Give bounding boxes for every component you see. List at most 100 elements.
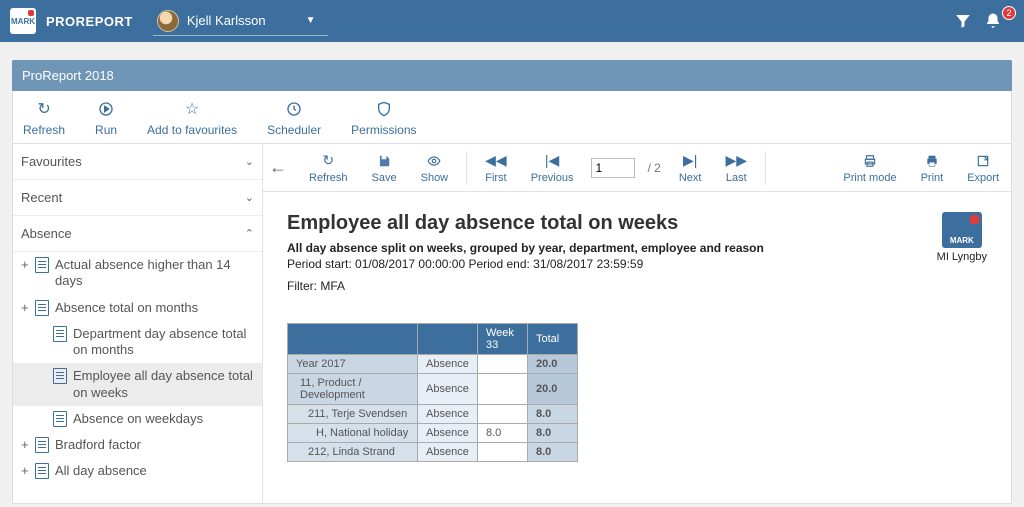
viewer-show-button[interactable]: Show [415, 152, 455, 184]
row-total: 8.0 [528, 424, 578, 443]
document-icon [35, 437, 49, 453]
document-icon [53, 326, 67, 342]
next-icon: ▶| [683, 152, 697, 170]
viewer-toolbar: ← ↻ Refresh Save Show ◀◀ First [263, 144, 1011, 192]
absence-section[interactable]: Absence ⌃ [13, 216, 262, 252]
print-mode-button[interactable]: Print mode [837, 152, 902, 184]
table-header-week: Week 33 [478, 324, 528, 355]
viewer-save-label: Save [372, 172, 397, 184]
tree-item-label: Bradford factor [55, 437, 254, 453]
document-icon [53, 368, 67, 384]
back-arrow-icon[interactable]: ← [269, 157, 291, 178]
expand-icon[interactable]: + [21, 463, 35, 479]
previous-page-button[interactable]: |◀ Previous [525, 152, 580, 184]
tree-item[interactable]: Employee all day absence total on weeks [13, 363, 262, 406]
page-total: / 2 [647, 161, 660, 175]
row-label: 211, Terje Svendsen [288, 405, 418, 424]
next-page-button[interactable]: ▶| Next [673, 152, 708, 184]
first-icon: ◀◀ [485, 152, 507, 170]
star-icon: ☆ [185, 99, 199, 119]
notifications-icon[interactable]: 2 [984, 12, 1014, 30]
tree-item[interactable]: +Actual absence higher than 14 days [13, 252, 262, 295]
tree-item[interactable]: +Absence total on months [13, 295, 262, 321]
chevron-down-icon: ⌄ [245, 155, 254, 168]
user-dropdown[interactable]: Kjell Karlsson ▼ [153, 7, 328, 36]
viewer-save-button[interactable]: Save [366, 152, 403, 184]
run-button[interactable]: Run [95, 99, 117, 137]
filter-icon[interactable] [954, 12, 984, 30]
tree-item[interactable]: + Bradford factor [13, 432, 262, 458]
eye-icon [426, 152, 442, 170]
absence-section-label: Absence [21, 226, 72, 241]
print-mode-icon [862, 152, 878, 170]
table-header-spacer [288, 324, 418, 355]
document-icon [35, 257, 49, 273]
row-type: Absence [418, 443, 478, 462]
print-icon [924, 152, 940, 170]
add-favourites-button[interactable]: ☆ Add to favourites [147, 99, 237, 137]
table-row: 11, Product / DevelopmentAbsence20.0 [288, 374, 578, 405]
tree-item[interactable]: +All day absence [13, 458, 262, 484]
tree-item-label: Department day absence total on months [73, 326, 254, 359]
report-title: Employee all day absence total on weeks [287, 212, 764, 235]
table-row: 212, Linda StrandAbsence8.0 [288, 443, 578, 462]
viewer-refresh-button[interactable]: ↻ Refresh [303, 152, 354, 184]
row-week: 8.0 [478, 424, 528, 443]
first-page-button[interactable]: ◀◀ First [479, 152, 513, 184]
row-type: Absence [418, 374, 478, 405]
document-icon [35, 300, 49, 316]
row-week [478, 374, 528, 405]
page-number-input[interactable] [591, 158, 635, 178]
shield-icon [376, 99, 392, 119]
export-button[interactable]: Export [961, 152, 1005, 184]
row-total: 20.0 [528, 355, 578, 374]
row-total: 8.0 [528, 405, 578, 424]
last-page-button[interactable]: ▶▶ Last [719, 152, 753, 184]
last-icon: ▶▶ [725, 152, 747, 170]
sidebar: Favourites ⌄ Recent ⌄ Absence ⌃ +Actual … [13, 144, 263, 503]
save-icon [377, 152, 391, 170]
recent-section[interactable]: Recent ⌄ [13, 180, 262, 216]
row-type: Absence [418, 405, 478, 424]
row-type: Absence [418, 424, 478, 443]
run-label: Run [95, 123, 117, 137]
print-button[interactable]: Print [915, 152, 950, 184]
tree-item-label: Employee all day absence total on weeks [73, 368, 254, 401]
row-total: 20.0 [528, 374, 578, 405]
company-block: MARK MI Lyngby [937, 212, 987, 263]
work-area: Favourites ⌄ Recent ⌄ Absence ⌃ +Actual … [12, 144, 1012, 504]
report-table: Week 33 Total Year 2017Absence20.011, Pr… [287, 323, 578, 462]
row-total: 8.0 [528, 443, 578, 462]
tree-item[interactable]: Absence on weekdays [13, 406, 262, 432]
expand-icon[interactable]: + [21, 257, 35, 273]
row-label: H, National holiday [288, 424, 418, 443]
viewer-refresh-label: Refresh [309, 172, 348, 184]
last-label: Last [726, 172, 747, 184]
report-tree: +Actual absence higher than 14 days+Abse… [13, 252, 262, 503]
play-icon [98, 99, 114, 119]
previous-label: Previous [531, 172, 574, 184]
expand-icon[interactable]: + [21, 300, 35, 316]
brand-logo-text: MARK [11, 17, 35, 26]
row-label: Year 2017 [288, 355, 418, 374]
user-name: Kjell Karlsson [187, 13, 266, 28]
expand-icon[interactable]: + [21, 437, 35, 453]
export-icon [976, 152, 990, 170]
tree-item[interactable]: Department day absence total on months [13, 321, 262, 364]
next-label: Next [679, 172, 702, 184]
permissions-button[interactable]: Permissions [351, 99, 416, 137]
recent-section-label: Recent [21, 190, 62, 205]
table-row: Year 2017Absence20.0 [288, 355, 578, 374]
scheduler-button[interactable]: Scheduler [267, 99, 321, 137]
refresh-button[interactable]: ↻ Refresh [23, 99, 65, 137]
favourites-section-label: Favourites [21, 154, 82, 169]
tree-item-label: Absence on weekdays [73, 411, 254, 427]
permissions-label: Permissions [351, 123, 416, 137]
company-logo-text: MARK [950, 236, 974, 245]
favourites-section[interactable]: Favourites ⌄ [13, 144, 262, 180]
previous-icon: |◀ [545, 152, 559, 170]
notification-badge: 2 [1002, 6, 1016, 20]
table-row: H, National holidayAbsence8.08.0 [288, 424, 578, 443]
refresh-icon: ↻ [322, 152, 334, 170]
table-row: 211, Terje SvendsenAbsence 8.0 [288, 405, 578, 424]
